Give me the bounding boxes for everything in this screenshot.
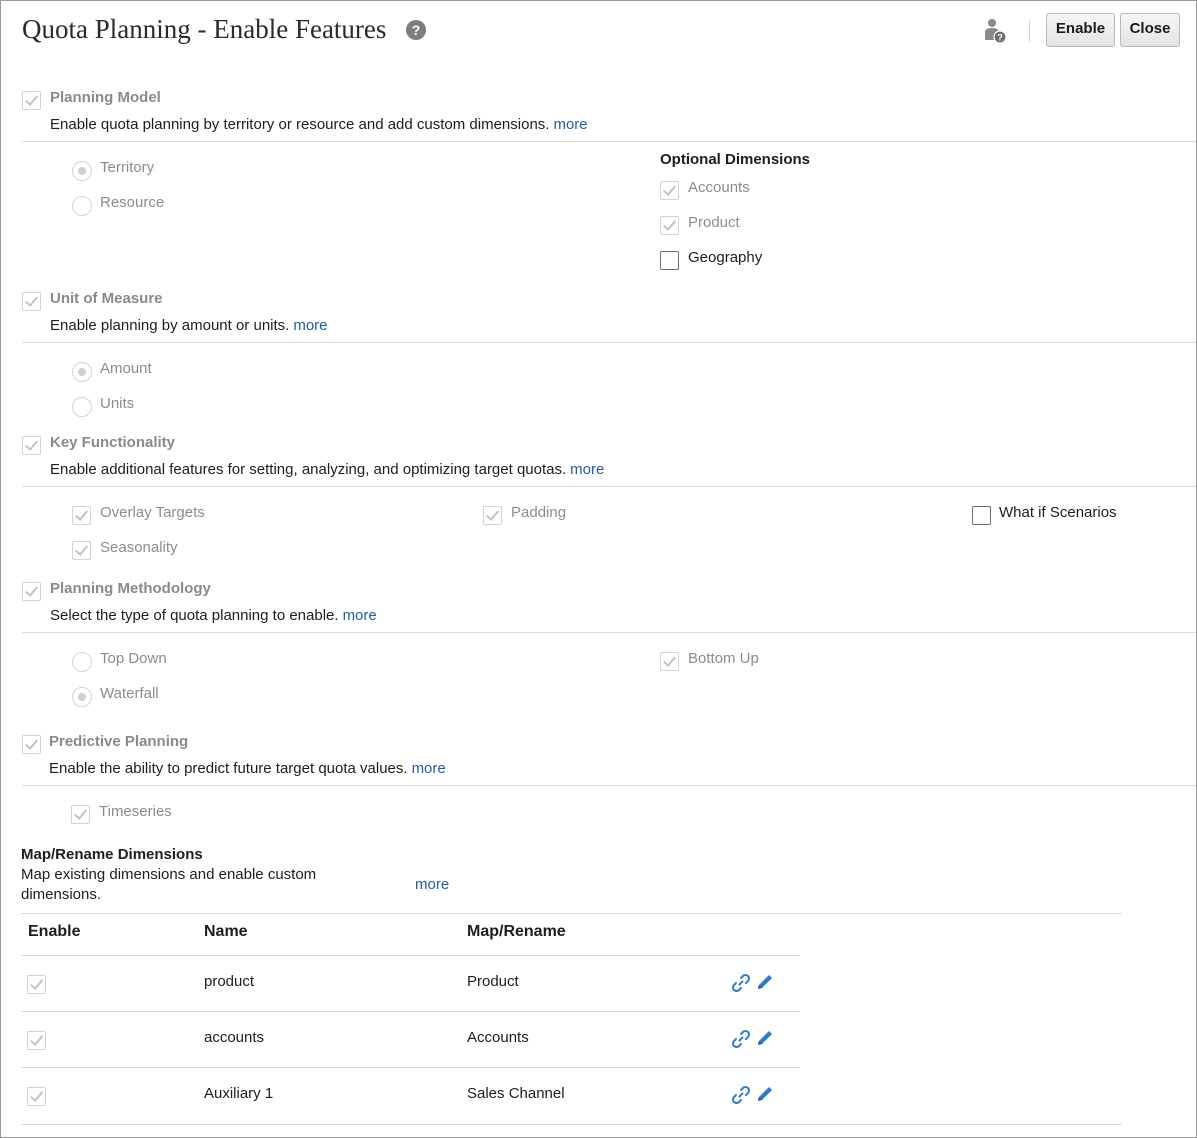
row-name: accounts xyxy=(204,1029,265,1046)
key-functionality-checkbox[interactable] xyxy=(22,436,41,455)
optional-dimensions-heading: Optional Dimensions xyxy=(660,151,811,168)
predictive-planning-checkbox[interactable] xyxy=(22,735,41,754)
seasonality-label: Seasonality xyxy=(100,539,178,556)
unit-of-measure-more-link[interactable]: more xyxy=(293,317,327,334)
divider xyxy=(21,913,1122,914)
product-checkbox[interactable] xyxy=(660,216,679,235)
key-functionality-title: Key Functionality xyxy=(50,434,176,451)
geography-checkbox[interactable] xyxy=(660,251,679,270)
enable-button[interactable]: Enable xyxy=(1046,13,1115,47)
column-header-name: Name xyxy=(204,923,248,940)
padding-checkbox[interactable] xyxy=(483,506,502,525)
svg-text:?: ? xyxy=(997,33,1003,43)
product-label: Product xyxy=(688,214,740,231)
predictive-planning-description: Enable the ability to predict future tar… xyxy=(49,760,446,777)
planning-methodology-description: Select the type of quota planning to ena… xyxy=(50,607,377,624)
link-icon[interactable] xyxy=(731,973,751,993)
bottom-up-checkbox[interactable] xyxy=(660,652,679,671)
waterfall-label: Waterfall xyxy=(100,685,159,702)
what-if-scenarios-checkbox[interactable] xyxy=(972,506,991,525)
top-down-label: Top Down xyxy=(100,650,167,667)
link-icon[interactable] xyxy=(731,1029,751,1049)
predictive-planning-title: Predictive Planning xyxy=(49,733,189,750)
territory-radio[interactable] xyxy=(72,161,92,181)
planning-model-checkbox[interactable] xyxy=(22,91,41,110)
key-functionality-more-link[interactable]: more xyxy=(570,461,604,478)
map-rename-description-line1: Map existing dimensions and enable custo… xyxy=(21,866,317,883)
planning-model-description: Enable quota planning by territory or re… xyxy=(50,116,588,133)
bottom-up-label: Bottom Up xyxy=(688,650,759,667)
predictive-planning-more-link[interactable]: more xyxy=(412,760,446,777)
divider xyxy=(21,1011,800,1012)
timeseries-checkbox[interactable] xyxy=(71,805,90,824)
divider xyxy=(22,785,1196,786)
overlay-targets-label: Overlay Targets xyxy=(100,504,205,521)
toolbar-separator xyxy=(1029,20,1030,42)
pencil-icon[interactable] xyxy=(755,1028,775,1048)
waterfall-radio[interactable] xyxy=(72,687,92,707)
row-name: product xyxy=(204,973,255,990)
dialog-frame xyxy=(0,0,1197,1138)
resource-radio[interactable] xyxy=(72,196,92,216)
row-map-value: Accounts xyxy=(467,1029,529,1046)
unit-of-measure-description: Enable planning by amount or units. more xyxy=(50,317,328,334)
planning-methodology-more-link[interactable]: more xyxy=(343,607,377,624)
amount-radio[interactable] xyxy=(72,362,92,382)
row-map-value: Sales Channel xyxy=(467,1085,565,1102)
divider xyxy=(21,955,800,956)
page-title: Quota Planning - Enable Features xyxy=(22,14,387,44)
units-label: Units xyxy=(100,395,135,412)
planning-model-more-link[interactable]: more xyxy=(553,116,587,133)
pencil-icon[interactable] xyxy=(755,972,775,992)
unit-of-measure-checkbox[interactable] xyxy=(22,292,41,311)
map-rename-title: Map/Rename Dimensions xyxy=(21,846,203,863)
divider xyxy=(22,632,1196,633)
row-enable-checkbox[interactable] xyxy=(27,975,46,994)
unit-of-measure-title: Unit of Measure xyxy=(50,290,163,307)
amount-label: Amount xyxy=(100,360,152,377)
row-name: Auxiliary 1 xyxy=(204,1085,274,1102)
padding-label: Padding xyxy=(511,504,567,521)
key-functionality-description: Enable additional features for setting, … xyxy=(50,461,605,478)
planning-methodology-checkbox[interactable] xyxy=(22,582,41,601)
map-rename-description-line2: dimensions. xyxy=(21,886,102,903)
divider xyxy=(21,1067,800,1068)
territory-label: Territory xyxy=(100,159,155,176)
row-enable-checkbox[interactable] xyxy=(27,1031,46,1050)
close-button[interactable]: Close xyxy=(1120,13,1180,47)
planning-model-title: Planning Model xyxy=(50,89,161,106)
planning-methodology-title: Planning Methodology xyxy=(50,580,211,597)
units-radio[interactable] xyxy=(72,397,92,417)
link-icon[interactable] xyxy=(731,1085,751,1105)
help-icon[interactable]: ? xyxy=(406,20,426,40)
seasonality-checkbox[interactable] xyxy=(72,541,91,560)
map-rename-more-link[interactable]: more xyxy=(415,876,449,893)
overlay-targets-checkbox[interactable] xyxy=(72,506,91,525)
accounts-label: Accounts xyxy=(688,179,750,196)
resource-label: Resource xyxy=(100,194,165,211)
geography-label: Geography xyxy=(688,249,763,266)
divider xyxy=(22,342,1196,343)
pencil-icon[interactable] xyxy=(755,1084,775,1104)
divider xyxy=(22,141,1196,142)
user-help-icon[interactable]: ? xyxy=(984,18,1008,44)
top-down-radio[interactable] xyxy=(72,652,92,672)
divider xyxy=(21,1124,1122,1125)
what-if-scenarios-label: What if Scenarios xyxy=(999,504,1117,521)
row-map-value: Product xyxy=(467,973,519,990)
accounts-checkbox[interactable] xyxy=(660,181,679,200)
column-header-map-rename: Map/Rename xyxy=(467,923,566,940)
timeseries-label: Timeseries xyxy=(99,803,172,820)
divider xyxy=(22,486,1196,487)
row-enable-checkbox[interactable] xyxy=(27,1087,46,1106)
column-header-enable: Enable xyxy=(28,923,81,940)
